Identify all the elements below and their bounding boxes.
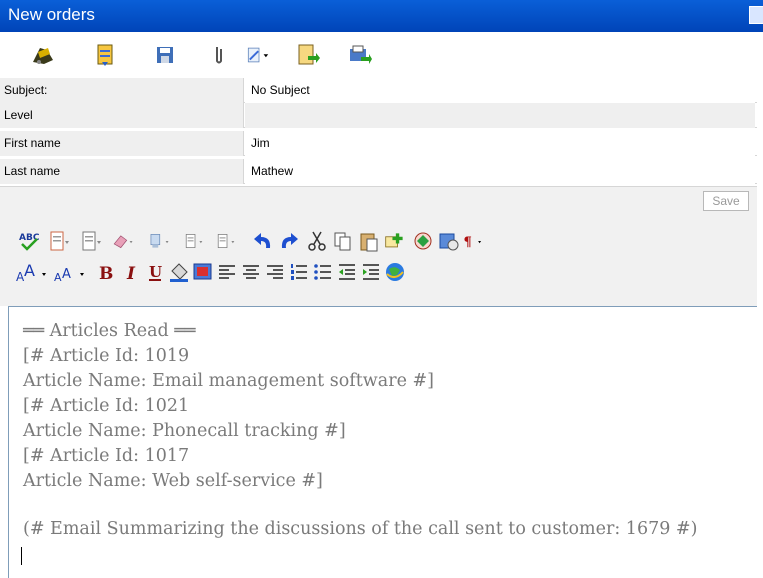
paragraph-dropdown-icon[interactable]: ¶ (462, 230, 484, 252)
numbered-list-icon[interactable] (288, 261, 310, 283)
level-field[interactable] (245, 103, 755, 128)
template-dropdown-icon[interactable] (48, 230, 70, 252)
edit-dropdown-icon[interactable] (246, 42, 272, 68)
outdent-icon[interactable] (336, 261, 358, 283)
editor-line: Article Name: Web self-service #] (23, 471, 323, 491)
editor-line: Article Name: Email management software … (23, 371, 434, 391)
image-dropdown-icon[interactable] (148, 230, 170, 252)
editor-line: (# Email Summarizing the discussions of … (23, 519, 698, 539)
svg-text:I: I (126, 264, 136, 283)
spellcheck-icon[interactable]: ABC (18, 230, 40, 252)
fill-color-icon[interactable] (168, 261, 190, 283)
editor-line: [# Article Id: 1019 (23, 346, 190, 366)
table-dropdown-icon[interactable] (184, 230, 206, 252)
italic-icon[interactable]: I (120, 261, 142, 283)
svg-text:B: B (99, 264, 113, 283)
subject-label: Subject: (0, 78, 244, 103)
svg-text:A: A (62, 267, 71, 282)
align-center-icon[interactable] (240, 261, 262, 283)
undo-icon[interactable] (252, 230, 274, 252)
window-restore-button[interactable] (749, 6, 763, 24)
subject-row: Subject: No Subject (0, 78, 763, 103)
bold-icon[interactable]: B (94, 261, 116, 283)
notes-icon[interactable] (92, 42, 118, 68)
level-row: Level (0, 103, 763, 128)
font-color-icon[interactable] (192, 261, 214, 283)
font-size-decrease-icon[interactable]: AA (54, 261, 88, 283)
save-bar: Save (0, 186, 763, 217)
right-edge (757, 79, 763, 578)
underline-icon[interactable]: U (144, 261, 166, 283)
first-name-label: First name (0, 131, 244, 156)
save-button[interactable]: Save (703, 191, 749, 211)
svg-text:¶: ¶ (463, 235, 471, 250)
svg-text:ABC: ABC (19, 233, 40, 243)
insert-link-icon[interactable] (384, 230, 406, 252)
indent-icon[interactable] (360, 261, 382, 283)
internet-link-icon[interactable] (384, 261, 406, 283)
paste-icon[interactable] (358, 230, 380, 252)
last-name-row: Last name Mathew (0, 159, 763, 184)
find-replace-icon[interactable] (412, 230, 434, 252)
editor-line: [# Article Id: 1021 (23, 396, 190, 416)
level-label: Level (0, 103, 244, 128)
first-name-row: First name Jim (0, 131, 763, 156)
editor-line: Article Name: Phonecall tracking #] (23, 421, 346, 441)
text-cursor (21, 547, 22, 565)
redo-icon[interactable] (278, 230, 300, 252)
align-left-icon[interactable] (216, 261, 238, 283)
save-icon[interactable] (152, 42, 178, 68)
eraser-dropdown-icon[interactable] (112, 230, 134, 252)
last-name-field[interactable]: Mathew (245, 159, 755, 184)
copy-icon[interactable] (332, 230, 354, 252)
editor-line: [# Article Id: 1017 (23, 446, 190, 466)
bullet-list-icon[interactable] (312, 261, 334, 283)
list-dropdown-icon[interactable] (216, 230, 238, 252)
svg-text:A: A (24, 261, 35, 280)
insert-image-icon[interactable] (438, 230, 460, 252)
snippet-dropdown-icon[interactable] (80, 230, 102, 252)
attach-icon[interactable] (206, 42, 232, 68)
window-titlebar: New orders (0, 0, 763, 32)
window-title: New orders (8, 5, 95, 24)
last-name-label: Last name (0, 159, 244, 184)
document-export-icon[interactable] (294, 42, 320, 68)
message-editor[interactable]: ══ Articles Read ══ [# Article Id: 1019 … (8, 306, 758, 578)
first-name-field[interactable]: Jim (245, 131, 755, 156)
send-icon[interactable] (30, 42, 56, 68)
print-icon[interactable] (346, 42, 372, 68)
subject-field[interactable]: No Subject (245, 78, 755, 103)
svg-text:A: A (54, 271, 62, 283)
svg-text:U: U (149, 263, 162, 281)
align-right-icon[interactable] (264, 261, 286, 283)
font-size-increase-icon[interactable]: AA (16, 261, 50, 283)
cut-icon[interactable] (306, 230, 328, 252)
editor-line: ══ Articles Read ══ (23, 321, 196, 341)
